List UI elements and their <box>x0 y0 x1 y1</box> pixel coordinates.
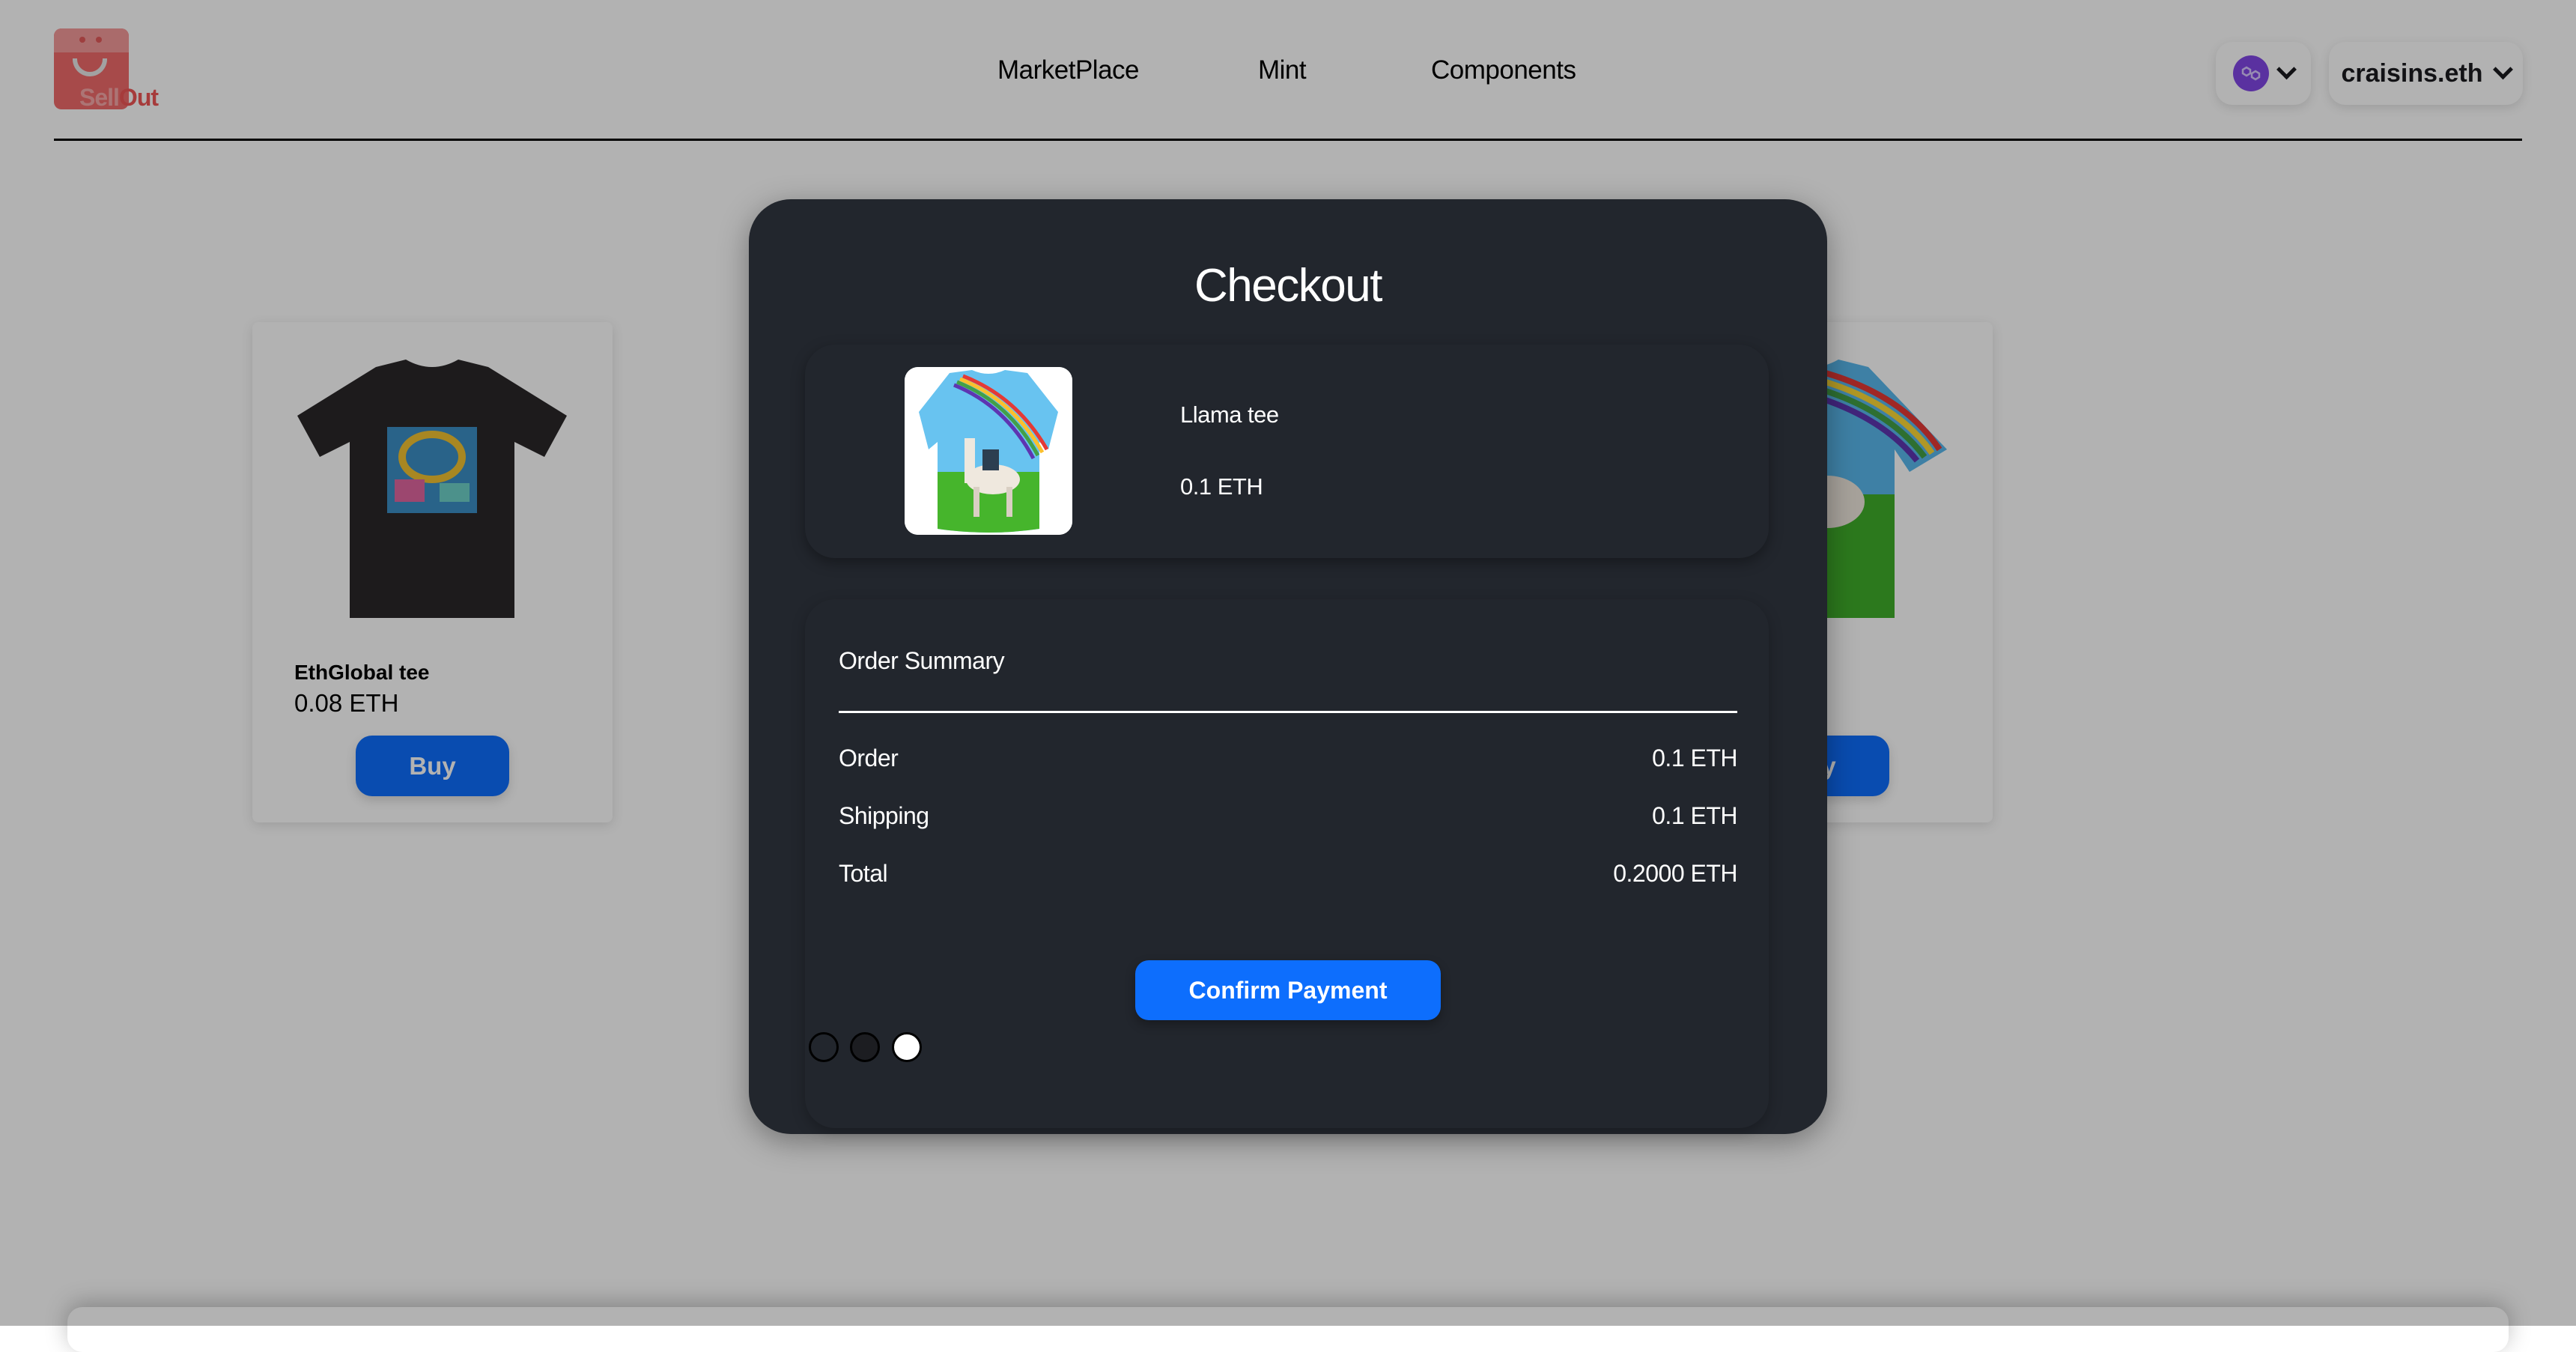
row-value: 0.1 ETH <box>1652 802 1737 829</box>
llama-tshirt-image <box>905 367 1072 535</box>
row-value: 0.2000 ETH <box>1613 860 1737 887</box>
row-label: Order <box>839 745 899 772</box>
item-name: Llama tee <box>1180 401 1279 428</box>
checkout-item-card: Llama tee 0.1 ETH <box>805 345 1769 558</box>
step-dot-3-active[interactable] <box>892 1032 922 1062</box>
summary-row-shipping: Shipping 0.1 ETH <box>839 802 1737 830</box>
confirm-payment-button[interactable]: Confirm Payment <box>1135 960 1441 1020</box>
checkout-modal: Checkout Llama tee 0.1 ETH Order Summary <box>749 199 1827 1134</box>
modal-title: Checkout <box>1194 260 1382 312</box>
step-dot-1[interactable] <box>809 1032 839 1062</box>
order-summary-title: Order Summary <box>839 647 1005 674</box>
row-value: 0.1 ETH <box>1652 745 1737 772</box>
item-image <box>905 367 1072 535</box>
item-price: 0.1 ETH <box>1180 473 1263 500</box>
summary-row-order: Order 0.1 ETH <box>839 745 1737 772</box>
row-label: Shipping <box>839 802 929 829</box>
summary-row-total: Total 0.2000 ETH <box>839 860 1737 888</box>
summary-divider <box>839 711 1737 713</box>
step-dot-2[interactable] <box>850 1032 880 1062</box>
row-label: Total <box>839 860 888 887</box>
